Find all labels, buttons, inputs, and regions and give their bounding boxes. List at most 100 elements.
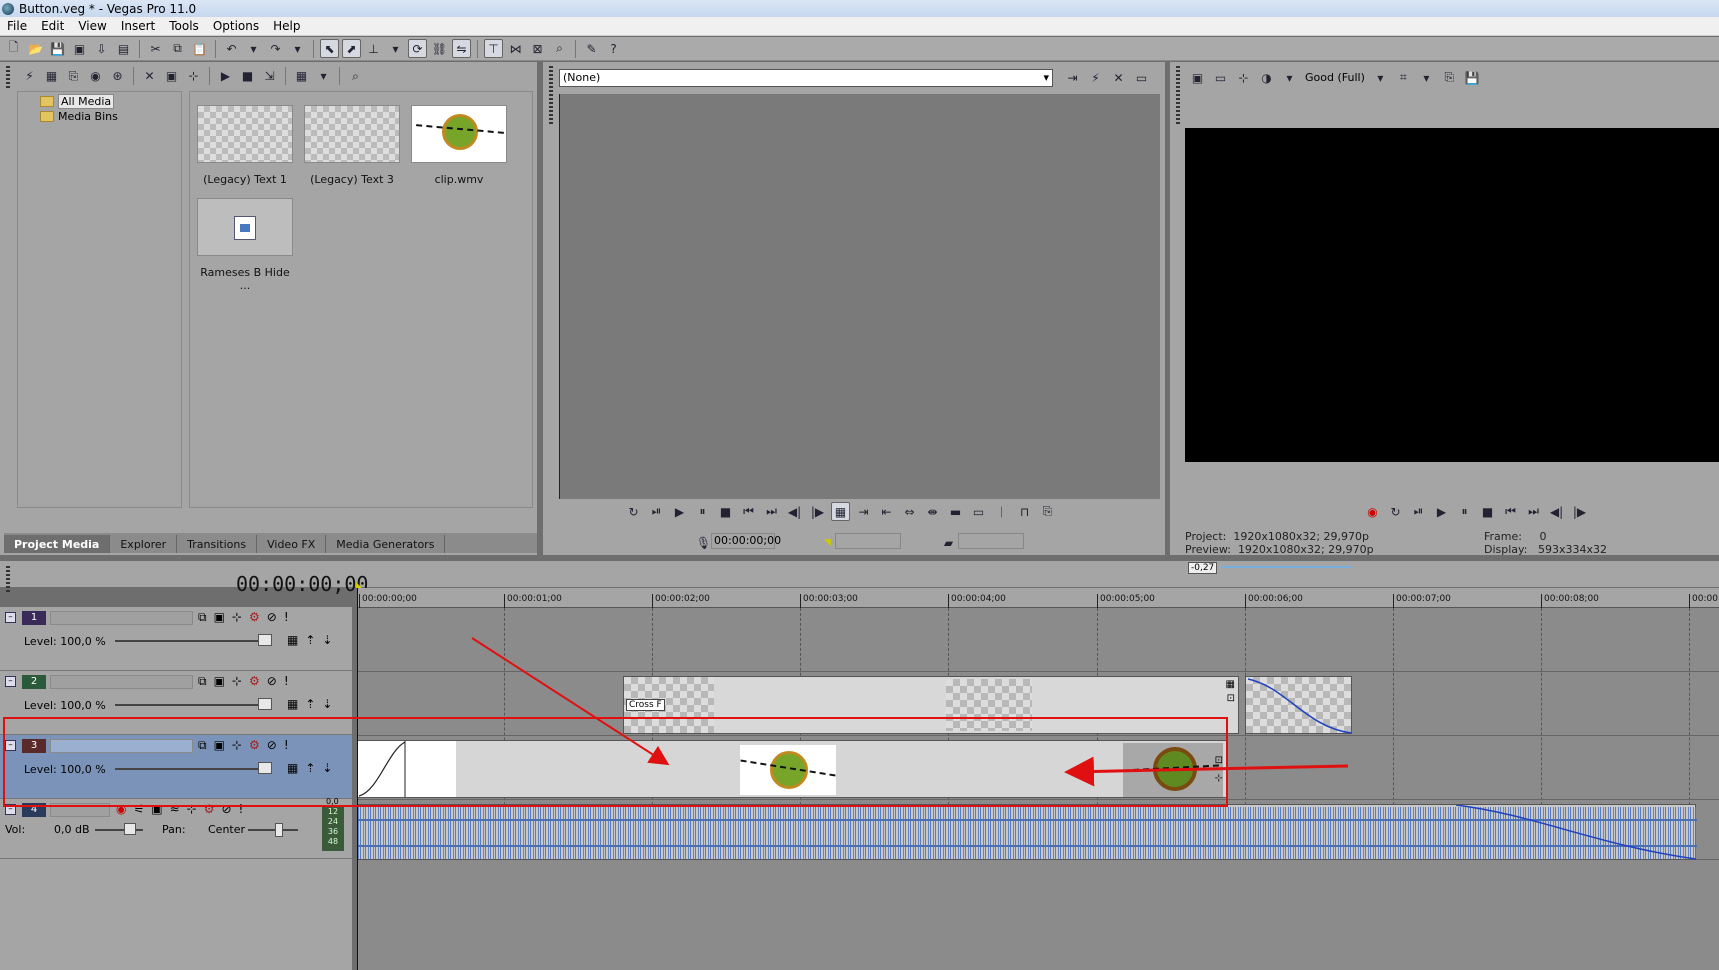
- go-to-start-icon[interactable]: ⏮: [739, 502, 758, 521]
- views-dropdown-icon[interactable]: ▾: [314, 67, 333, 86]
- play-icon[interactable]: ▶: [670, 502, 689, 521]
- level-slider[interactable]: [115, 640, 267, 642]
- play-from-start-icon[interactable]: ⏯: [1409, 502, 1428, 521]
- event-pan-crop-icon[interactable]: ⊡: [1227, 693, 1235, 704]
- docking-grip[interactable]: [6, 566, 10, 594]
- selection-tool-icon[interactable]: ⊥: [364, 39, 383, 58]
- set-region-icon[interactable]: ⊓: [1015, 502, 1034, 521]
- media-item[interactable]: (Legacy) Text 3: [303, 105, 401, 186]
- video-event-fade[interactable]: [1245, 676, 1352, 734]
- lock-envelopes-icon[interactable]: ⛓: [430, 39, 449, 58]
- level-slider-knob[interactable]: [258, 698, 272, 710]
- zoom-tool-icon[interactable]: ⌕: [550, 39, 569, 58]
- make-parent-icon[interactable]: ▣: [214, 610, 225, 625]
- playback-rate-slider[interactable]: [1222, 566, 1352, 568]
- ignore-grouping-icon[interactable]: ⊠: [528, 39, 547, 58]
- track-name-field[interactable]: [50, 675, 193, 689]
- tab-transitions[interactable]: Transitions: [177, 535, 258, 553]
- vol-slider-knob[interactable]: [124, 823, 136, 835]
- trimmer-source-select[interactable]: (None): [559, 69, 1053, 87]
- redo-icon[interactable]: ↷: [266, 39, 285, 58]
- media-fx-icon[interactable]: ⊹: [184, 67, 203, 86]
- trimmer-view[interactable]: [559, 94, 1160, 499]
- time-ruler[interactable]: 00:00:00;00 00:00:01;00 00:00:02;00 00:0…: [357, 588, 1719, 608]
- next-frame-icon[interactable]: |▶: [808, 502, 827, 521]
- menu-insert[interactable]: Insert: [114, 19, 162, 33]
- track-header-4-audio[interactable]: – 4 ◉ ⚟ ▣ ≈ ⊹ ⚙ ⊘ ! Vol: 0,0 dB Pan: Cen…: [0, 797, 352, 859]
- loop-icon[interactable]: ↻: [624, 502, 643, 521]
- save-snapshot-icon[interactable]: 💾: [1463, 68, 1482, 87]
- menu-options[interactable]: Options: [206, 19, 266, 33]
- media-fx-icon[interactable]: ⚡: [1086, 68, 1105, 87]
- playback-rate-badge[interactable]: -0,27: [1188, 562, 1218, 574]
- capture-video-icon[interactable]: ▦: [42, 67, 61, 86]
- pause-icon[interactable]: ⏸: [693, 502, 712, 521]
- track-motion-icon[interactable]: ⊹: [232, 610, 242, 625]
- tool-dropdown-icon[interactable]: ▾: [386, 39, 405, 58]
- media-item[interactable]: Rameses B Hide ...: [196, 198, 294, 292]
- fill-gap-icon[interactable]: ⇔: [900, 502, 919, 521]
- track-motion-icon[interactable]: ⊹: [232, 674, 242, 689]
- fit-to-fill-icon[interactable]: ⇼: [923, 502, 942, 521]
- redo-dropdown-icon[interactable]: ▾: [288, 39, 307, 58]
- tree-item-media-bins[interactable]: Media Bins: [40, 110, 118, 123]
- compositing-mode-icon[interactable]: ⧉: [198, 674, 207, 689]
- pan-slider[interactable]: [248, 829, 298, 831]
- tab-media-generators[interactable]: Media Generators: [326, 535, 446, 553]
- paste-icon[interactable]: 📋: [190, 39, 209, 58]
- create-subclip-icon[interactable]: ▬: [946, 502, 965, 521]
- media-item[interactable]: (Legacy) Text 1: [196, 105, 294, 186]
- project-properties-icon[interactable]: ▣: [1188, 68, 1207, 87]
- quality-dropdown-arrow-icon[interactable]: ▾: [1371, 68, 1390, 87]
- undo-dropdown-icon[interactable]: ▾: [244, 39, 263, 58]
- clear-trimmer-icon[interactable]: ✕: [1109, 68, 1128, 87]
- menu-edit[interactable]: Edit: [34, 19, 71, 33]
- auto-preview-play-icon[interactable]: ▶: [216, 67, 235, 86]
- mute-icon[interactable]: ⊘: [267, 610, 277, 625]
- import-media-icon[interactable]: ⚡: [20, 67, 39, 86]
- overlays-dropdown-icon[interactable]: ▾: [1417, 68, 1436, 87]
- previous-frame-icon[interactable]: ◀|: [785, 502, 804, 521]
- play-icon[interactable]: ▶: [1432, 502, 1451, 521]
- enable-snapping-icon[interactable]: ⊤: [484, 39, 503, 58]
- move-up-icon[interactable]: ⇡: [305, 697, 315, 711]
- save-icon[interactable]: 💾: [48, 39, 67, 58]
- level-slider[interactable]: [115, 704, 267, 706]
- tree-item-all-media[interactable]: All Media: [40, 94, 115, 109]
- solo-icon[interactable]: !: [284, 610, 289, 625]
- add-to-timeline-icon[interactable]: ⇥: [1063, 68, 1082, 87]
- next-frame-icon[interactable]: |▶: [1570, 502, 1589, 521]
- cut-icon[interactable]: ✂: [146, 39, 165, 58]
- auto-ripple-icon[interactable]: ⟳: [408, 39, 427, 58]
- docking-grip[interactable]: [6, 66, 10, 90]
- stop-icon[interactable]: ■: [1478, 502, 1497, 521]
- tab-video-fx[interactable]: Video FX: [257, 535, 327, 553]
- stop-icon[interactable]: ■: [716, 502, 735, 521]
- track-header-1[interactable]: – 1 ⧉ ▣ ⊹ ⚙ ⊘ ! Level: 100,0 % ▦ ⇡ ⇣: [0, 607, 352, 671]
- properties-icon[interactable]: ▤: [114, 39, 133, 58]
- tab-project-media[interactable]: Project Media: [4, 535, 111, 553]
- media-search-icon[interactable]: ⊛: [108, 67, 127, 86]
- tab-explorer[interactable]: Explorer: [110, 535, 178, 553]
- envelope-edit-tool-icon[interactable]: ⬈: [342, 39, 361, 58]
- open-icon[interactable]: 📂: [26, 39, 45, 58]
- menu-tools[interactable]: Tools: [162, 19, 206, 33]
- record-icon[interactable]: ◉: [1363, 502, 1382, 521]
- pause-icon[interactable]: ⏸: [1455, 502, 1474, 521]
- snapping-icon[interactable]: ⇋: [452, 39, 471, 58]
- copy-icon[interactable]: ⧉: [168, 39, 187, 58]
- track-name-field[interactable]: [50, 611, 193, 625]
- play-from-start-icon[interactable]: ⏯: [647, 502, 666, 521]
- preview-quality[interactable]: Good (Full): [1305, 71, 1365, 84]
- normal-edit-tool-icon[interactable]: ⬉: [320, 39, 339, 58]
- new-project-icon[interactable]: 🗋: [4, 39, 23, 58]
- add-to-timeline-before-icon[interactable]: ⇤: [877, 502, 896, 521]
- move-down-icon[interactable]: ⇣: [322, 697, 332, 711]
- solo-icon[interactable]: !: [284, 674, 289, 689]
- select-range-icon[interactable]: ▭: [969, 502, 988, 521]
- go-to-start-icon[interactable]: ⏮: [1501, 502, 1520, 521]
- save-snapshot-icon[interactable]: ⎘: [1038, 502, 1057, 521]
- composite-level-icon[interactable]: ▦: [287, 697, 298, 711]
- views-icon[interactable]: ▦: [292, 67, 311, 86]
- event-fx-icon[interactable]: ▦: [1226, 679, 1235, 690]
